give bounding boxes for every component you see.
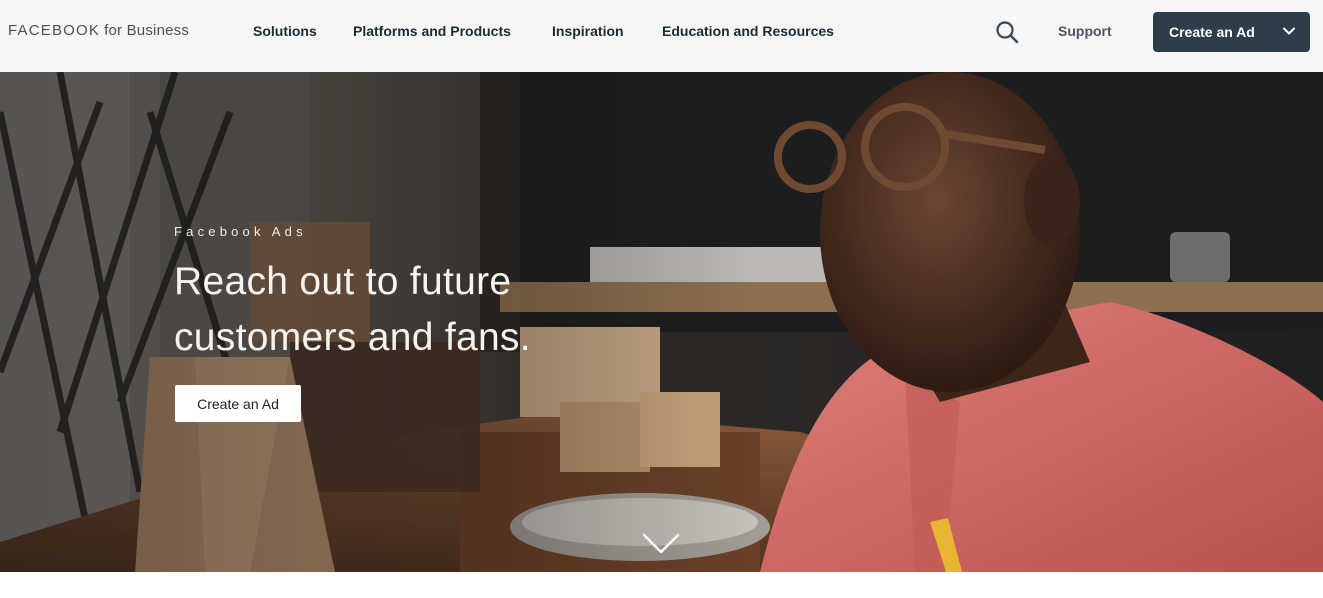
nav-item-education-and-resources[interactable]: Education and Resources (662, 23, 834, 39)
hero-headline-line-1: Reach out to future (174, 260, 512, 303)
create-an-ad-label: Create an Ad (1169, 24, 1255, 40)
hero-headline-line-2: customers and fans. (174, 316, 531, 359)
chevron-down-icon[interactable] (641, 532, 681, 556)
top-navigation-bar: FACEBOOK for Business Solutions Platforms… (0, 0, 1323, 72)
brand-logo[interactable]: FACEBOOK for Business (8, 22, 189, 39)
nav-item-platforms-and-products[interactable]: Platforms and Products (353, 23, 511, 39)
support-link[interactable]: Support (1058, 23, 1112, 39)
search-icon[interactable] (994, 19, 1020, 45)
nav-item-solutions[interactable]: Solutions (253, 23, 317, 39)
nav-item-inspiration[interactable]: Inspiration (552, 23, 624, 39)
chevron-down-icon (1282, 24, 1296, 38)
brand-name: FACEBOOK (8, 22, 101, 39)
create-an-ad-dropdown-button[interactable]: Create an Ad (1153, 12, 1310, 52)
hero-banner: Facebook Ads Reach out to future custome… (0, 72, 1323, 572)
page-content-below-fold (0, 572, 1323, 598)
hero-eyebrow: Facebook Ads (174, 224, 307, 239)
hero-create-an-ad-button[interactable]: Create an Ad (175, 385, 301, 422)
hero-headline: Reach out to future customers and fans. (174, 254, 694, 366)
brand-suffix: for Business (104, 22, 190, 39)
